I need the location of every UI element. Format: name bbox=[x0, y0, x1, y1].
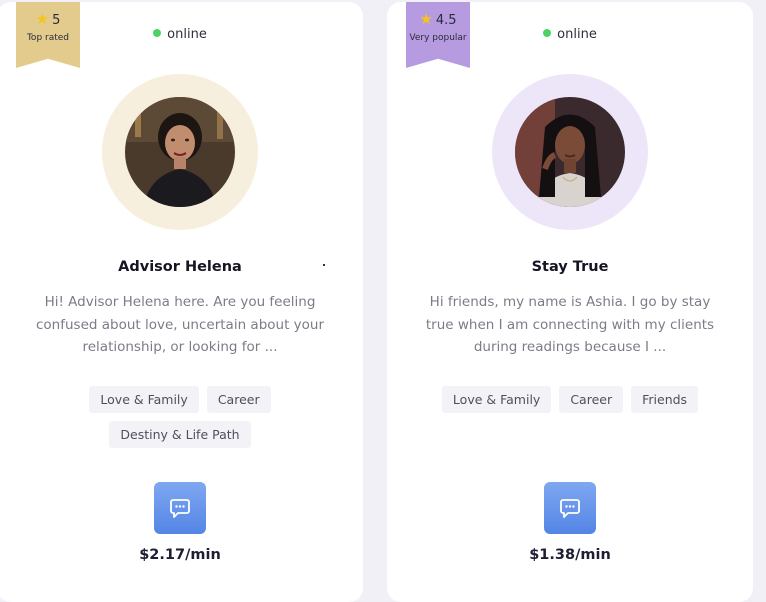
avatar[interactable] bbox=[102, 74, 258, 230]
price-per-minute: $2.17/min bbox=[139, 547, 221, 563]
chat-bubble-icon bbox=[560, 499, 580, 518]
advisor-card[interactable]: ★ 5 Top rated online Advisor Helena Hi! A… bbox=[0, 2, 363, 602]
price-per-minute: $1.38/min bbox=[529, 547, 611, 563]
avatar[interactable] bbox=[492, 74, 648, 230]
tag: Career bbox=[559, 386, 624, 413]
advisor-card[interactable]: ★ 4.5 Very popular online Stay True Hi fr… bbox=[387, 2, 753, 602]
badge-rating-value: 4.5 bbox=[435, 13, 457, 28]
tag: Friends bbox=[631, 386, 699, 413]
tag: Love & Family bbox=[89, 386, 199, 413]
status-text: online bbox=[167, 27, 207, 42]
tag-list: Love & Family Career Friends bbox=[427, 386, 713, 413]
advisor-name[interactable]: Advisor Helena bbox=[0, 259, 363, 275]
status-dot-icon bbox=[543, 29, 552, 37]
star-icon: ★ bbox=[35, 10, 50, 28]
online-status: online bbox=[0, 27, 363, 42]
status-text: online bbox=[557, 27, 597, 42]
online-status: online bbox=[387, 27, 753, 42]
tag: Destiny & Life Path bbox=[109, 421, 251, 448]
tag: Love & Family bbox=[441, 386, 552, 413]
chat-button[interactable] bbox=[154, 482, 206, 534]
advisor-photo bbox=[125, 97, 235, 207]
status-dot-icon bbox=[153, 29, 162, 37]
separator-dot bbox=[323, 264, 325, 266]
advisor-photo bbox=[515, 97, 625, 207]
chat-button[interactable] bbox=[544, 482, 596, 534]
advisor-name[interactable]: Stay True bbox=[387, 259, 753, 275]
star-icon: ★ bbox=[419, 10, 433, 28]
tag-list: Love & Family Career Destiny & Life Path bbox=[72, 386, 288, 448]
tag: Career bbox=[206, 386, 271, 413]
badge-rating-value: 5 bbox=[52, 13, 61, 28]
advisor-bio: Hi! Advisor Helena here. Are you feeling… bbox=[35, 294, 325, 355]
advisor-bio: Hi friends, my name is Ashia. I go by st… bbox=[425, 294, 715, 355]
chat-bubble-icon bbox=[170, 499, 190, 518]
